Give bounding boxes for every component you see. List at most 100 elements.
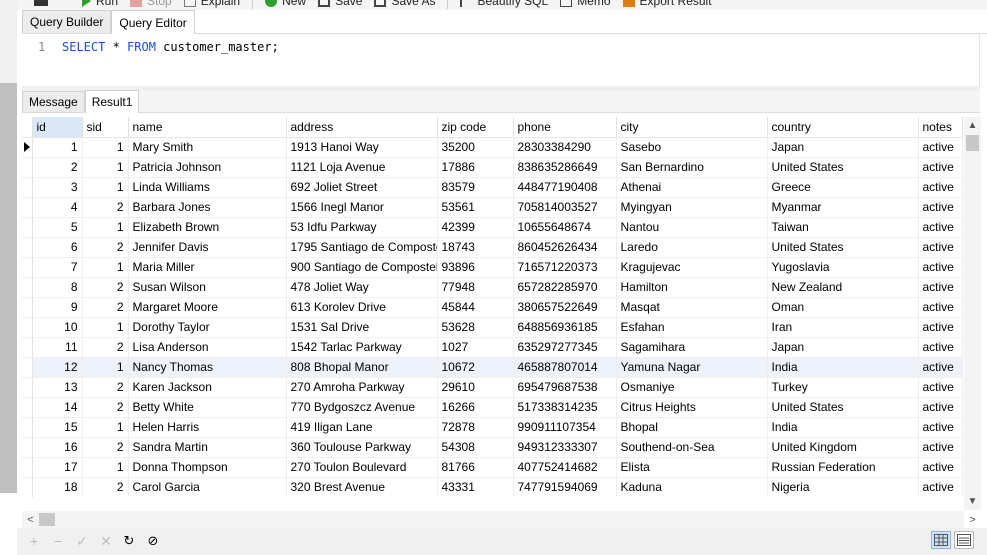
cell-zip-code[interactable]: 54308 — [437, 437, 514, 458]
cell-name[interactable]: Barbara Jones — [128, 197, 287, 218]
cell-sid[interactable]: 1 — [82, 457, 129, 478]
cell-city[interactable]: Yamuna Nagar — [616, 357, 768, 378]
cell-address[interactable]: 419 Iligan Lane — [286, 417, 438, 438]
cell-country[interactable]: Yugoslavia — [767, 257, 919, 278]
cell-phone[interactable]: 949312333307 — [513, 437, 617, 458]
explain-button[interactable]: Explain — [183, 0, 240, 8]
delete-record-icon[interactable]: − — [49, 532, 67, 550]
cell-phone[interactable]: 635297277345 — [513, 337, 617, 358]
row-indicator[interactable] — [22, 177, 33, 198]
cell-name[interactable]: Patricia Johnson — [128, 157, 287, 178]
cell-id[interactable]: 12 — [32, 357, 83, 378]
cell-notes[interactable]: active — [918, 337, 963, 358]
cell-sid[interactable]: 1 — [82, 217, 129, 238]
cell-id[interactable]: 11 — [32, 337, 83, 358]
column-header-notes[interactable]: notes — [918, 117, 963, 138]
cell-id[interactable]: 15 — [32, 417, 83, 438]
cell-country[interactable]: Japan — [767, 137, 919, 158]
row-indicator[interactable] — [22, 297, 33, 318]
add-record-icon[interactable]: + — [25, 532, 43, 550]
cell-phone[interactable]: 380657522649 — [513, 297, 617, 318]
cell-address[interactable]: 360 Toulouse Parkway — [286, 437, 438, 458]
cell-phone[interactable]: 695479687538 — [513, 377, 617, 398]
beautify-sql-button[interactable]: Beautify SQL — [460, 0, 548, 8]
cell-sid[interactable]: 2 — [82, 397, 129, 418]
cell-notes[interactable]: active — [918, 277, 963, 298]
cell-zip-code[interactable]: 53561 — [437, 197, 514, 218]
scroll-down-icon[interactable]: ▼ — [964, 493, 981, 510]
cell-name[interactable]: Maria Miller — [128, 257, 287, 278]
column-header-name[interactable]: name — [128, 117, 287, 138]
cell-zip-code[interactable]: 10672 — [437, 357, 514, 378]
cell-zip-code[interactable]: 18743 — [437, 237, 514, 258]
cell-sid[interactable]: 2 — [82, 377, 129, 398]
cell-sid[interactable]: 1 — [82, 157, 129, 178]
cell-address[interactable]: 613 Korolev Drive — [286, 297, 438, 318]
cell-notes[interactable]: active — [918, 197, 963, 218]
table-row[interactable]: 1 1 Mary Smith 1913 Hanoi Way 35200 283033842… — [22, 137, 963, 158]
cell-id[interactable]: 4 — [32, 197, 83, 218]
cell-notes[interactable]: active — [918, 397, 963, 418]
cell-phone[interactable]: 838635286649 — [513, 157, 617, 178]
cell-id[interactable]: 16 — [32, 437, 83, 458]
horizontal-scrollbar[interactable]: < > — [22, 511, 976, 528]
scroll-left-icon[interactable]: < — [22, 511, 39, 528]
refresh-icon[interactable]: ↻ — [120, 532, 138, 550]
cell-city[interactable]: Elista — [616, 457, 768, 478]
cell-sid[interactable]: 2 — [82, 297, 129, 318]
cell-name[interactable]: Nancy Thomas — [128, 357, 287, 378]
tab-query-editor[interactable]: Query Editor — [111, 10, 195, 34]
new-button[interactable]: New — [265, 0, 306, 8]
cell-id[interactable]: 9 — [32, 297, 83, 318]
cell-id[interactable]: 14 — [32, 397, 83, 418]
cell-zip-code[interactable]: 72878 — [437, 417, 514, 438]
cell-notes[interactable]: active — [918, 477, 963, 497]
cell-country[interactable]: Iran — [767, 317, 919, 338]
cell-sid[interactable]: 2 — [82, 237, 129, 258]
cell-id[interactable]: 1 — [32, 137, 83, 158]
cell-notes[interactable]: active — [918, 177, 963, 198]
cell-address[interactable]: 1795 Santiago de Composte — [286, 237, 438, 258]
cell-city[interactable]: Hamilton — [616, 277, 768, 298]
cell-name[interactable]: Karen Jackson — [128, 377, 287, 398]
cell-name[interactable]: Helen Harris — [128, 417, 287, 438]
cell-zip-code[interactable]: 93896 — [437, 257, 514, 278]
cell-country[interactable]: Greece — [767, 177, 919, 198]
cell-notes[interactable]: active — [918, 317, 963, 338]
scroll-up-icon[interactable]: ▲ — [964, 117, 981, 134]
table-row[interactable]: 10 1 Dorothy Taylor 1531 Sal Drive 53628 6488… — [22, 317, 963, 338]
cell-country[interactable]: India — [767, 417, 919, 438]
save-as-button[interactable]: Save As — [374, 0, 435, 8]
cell-sid[interactable]: 2 — [82, 477, 129, 497]
cell-address[interactable]: 1566 Inegl Manor — [286, 197, 438, 218]
cell-name[interactable]: Elizabeth Brown — [128, 217, 287, 238]
cell-city[interactable]: San Bernardino — [616, 157, 768, 178]
row-indicator[interactable] — [22, 457, 33, 478]
cell-city[interactable]: Nantou — [616, 217, 768, 238]
cell-address[interactable]: 808 Bhopal Manor — [286, 357, 438, 378]
cell-phone[interactable]: 747791594069 — [513, 477, 617, 497]
cell-phone[interactable]: 716571220373 — [513, 257, 617, 278]
cell-notes[interactable]: active — [918, 457, 963, 478]
cell-city[interactable]: Kragujevac — [616, 257, 768, 278]
row-indicator[interactable] — [22, 237, 33, 258]
cell-sid[interactable]: 1 — [82, 257, 129, 278]
column-header-id[interactable]: id — [32, 117, 83, 138]
cell-zip-code[interactable]: 1027 — [437, 337, 514, 358]
cell-address[interactable]: 1542 Tarlac Parkway — [286, 337, 438, 358]
cell-name[interactable]: Mary Smith — [128, 137, 287, 158]
cell-sid[interactable]: 2 — [82, 337, 129, 358]
cell-zip-code[interactable]: 53628 — [437, 317, 514, 338]
cell-country[interactable]: India — [767, 357, 919, 378]
cell-sid[interactable]: 1 — [82, 357, 129, 378]
cell-notes[interactable]: active — [918, 377, 963, 398]
cell-name[interactable]: Jennifer Davis — [128, 237, 287, 258]
menu-icon[interactable] — [34, 0, 48, 6]
cell-name[interactable]: Dorothy Taylor — [128, 317, 287, 338]
result-grid[interactable]: id sid name address zip code phone city country… — [22, 117, 964, 497]
cell-sid[interactable]: 2 — [82, 437, 129, 458]
column-header-zip-code[interactable]: zip code — [437, 117, 514, 138]
table-row[interactable]: 5 1 Elizabeth Brown 53 Idfu Parkway 42399 106… — [22, 217, 963, 238]
column-header-city[interactable]: city — [616, 117, 768, 138]
cell-zip-code[interactable]: 43331 — [437, 477, 514, 497]
